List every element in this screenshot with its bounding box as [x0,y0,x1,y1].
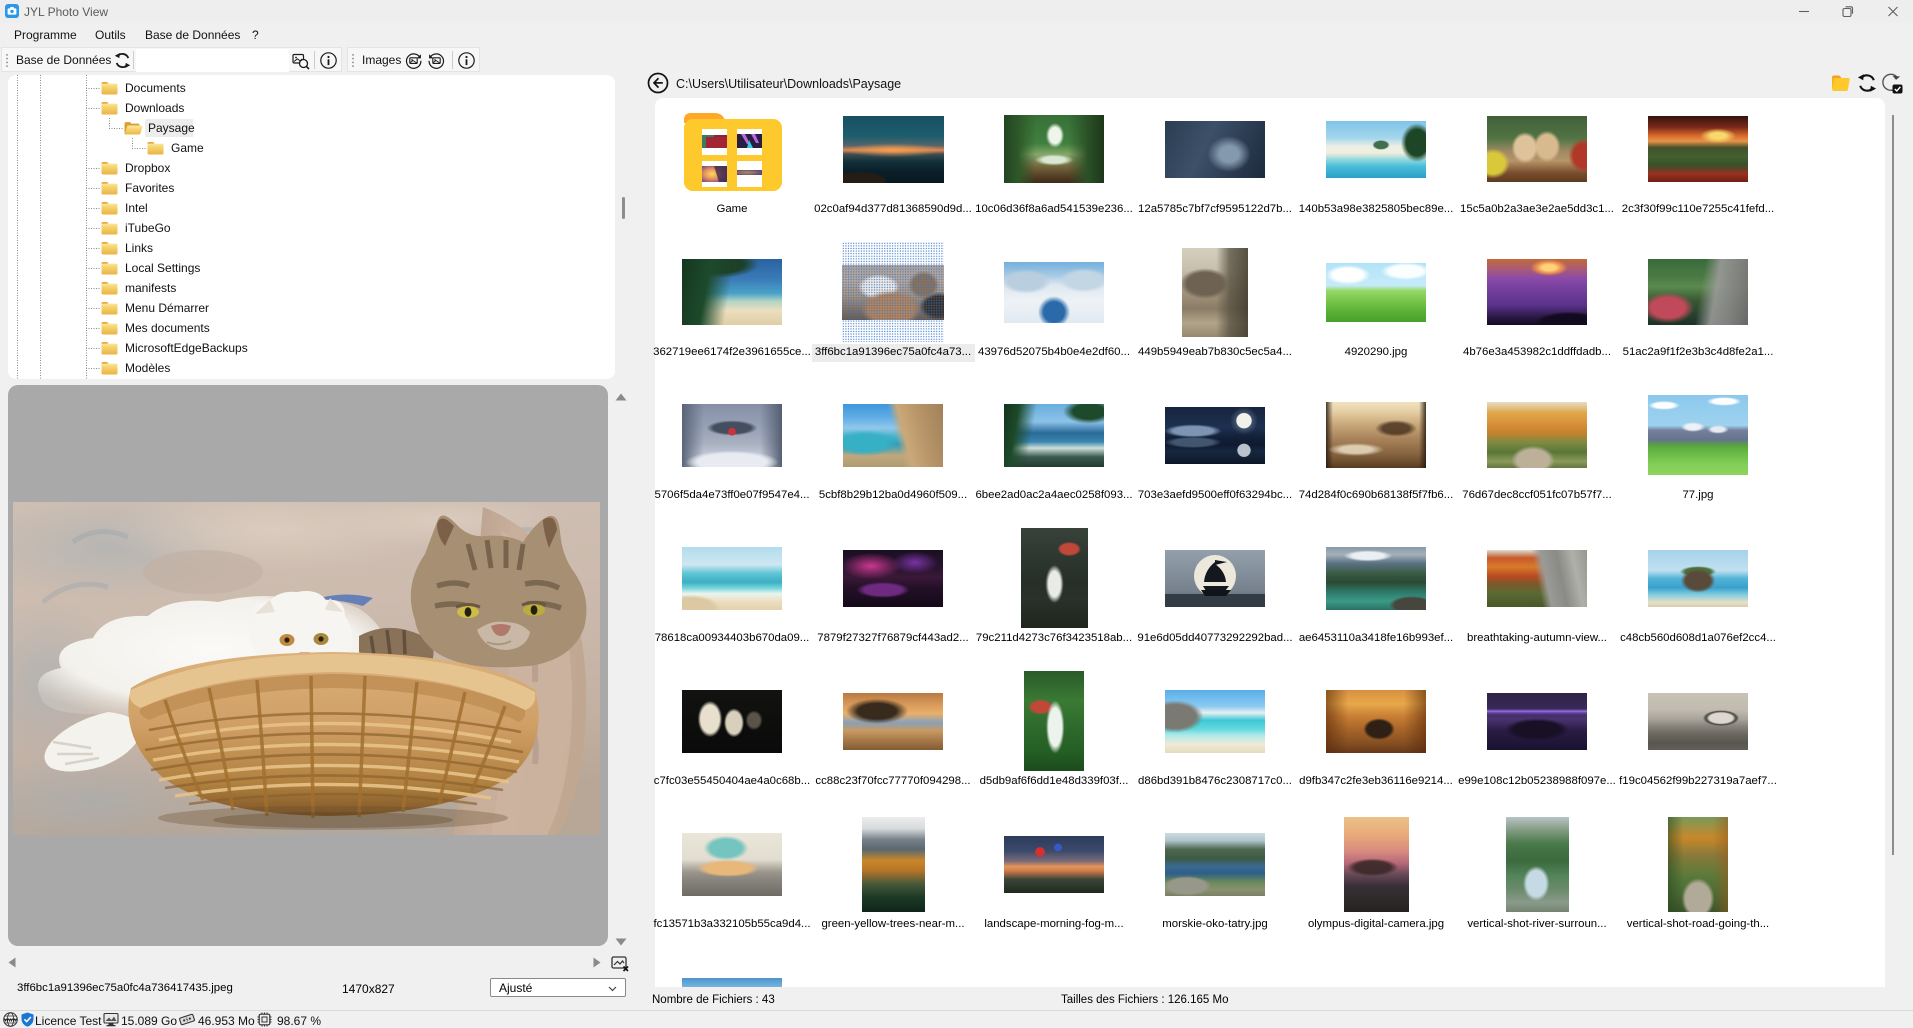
svg-text:www: www [3,1018,17,1024]
